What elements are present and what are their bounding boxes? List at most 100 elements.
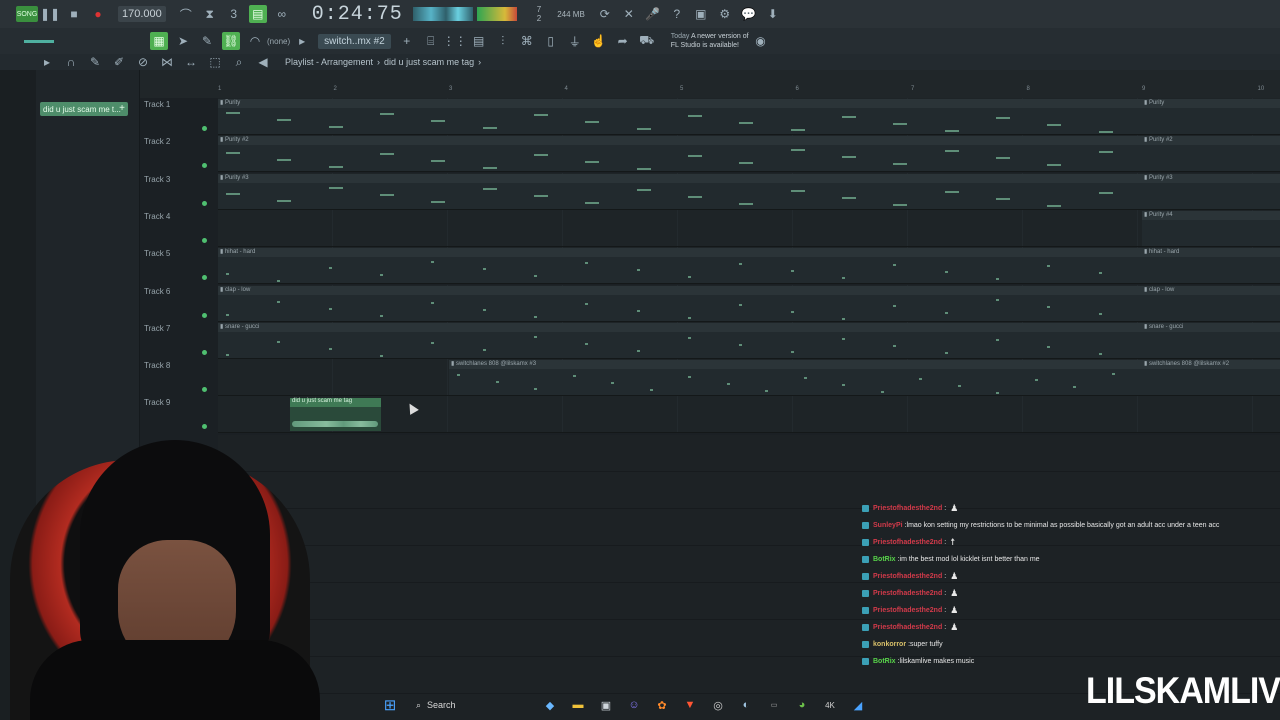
arrow-right-icon[interactable]: ▸ [293, 32, 311, 50]
time-display[interactable]: 0:24:75 [312, 3, 403, 26]
news-panel[interactable]: Today A newer version of FL Studio is ava… [671, 32, 749, 50]
track-lane[interactable]: ▮ Purity ▮ Purity [218, 98, 1280, 135]
pattern-clip[interactable]: ▮ Purity [1142, 99, 1280, 134]
track-mute-toggle[interactable] [202, 200, 207, 206]
pencil-icon[interactable]: ✎ [86, 53, 104, 71]
pattern-clip[interactable]: ▮ Purity #2 [1142, 136, 1280, 172]
slip-icon[interactable]: ↔ [182, 53, 200, 71]
reload-icon[interactable]: ⟳ [596, 5, 614, 23]
track-lane[interactable]: ▮ clap - low ▮ clap - low [218, 284, 1280, 322]
playlist-lanes[interactable]: ▮ Purity ▮ Purity ▮ Purity #2 ▮ Purity #2 ▮ … [218, 98, 1280, 435]
playlist-icon[interactable]: ▦ [150, 32, 168, 50]
add-icon[interactable]: + [398, 32, 416, 50]
track-mute-toggle[interactable] [202, 424, 207, 430]
pattern-clip[interactable]: ▮ hihat - hard [218, 248, 1142, 284]
globe-icon[interactable]: ◉ [752, 32, 770, 50]
mixer-channel-select[interactable]: switch..mx #2 [318, 33, 391, 49]
track-name[interactable]: Track 9 [144, 398, 170, 407]
track-mute-toggle[interactable] [202, 126, 207, 131]
track-name[interactable]: Track 6 [144, 287, 170, 296]
pattern-clip[interactable]: ▮ Purity [218, 99, 1142, 134]
help-icon[interactable]: ? [668, 5, 686, 23]
select-icon[interactable]: ⬚ [206, 53, 224, 71]
track-lane[interactable]: ▮ switchlanes 808 @lilskamx #3 ▮ switchla… [218, 359, 1280, 397]
audio-icon[interactable]: ◠ [246, 32, 264, 50]
track-mute-toggle[interactable] [202, 312, 207, 318]
save-icon[interactable]: ▣ [692, 5, 710, 23]
channel-rack-icon[interactable]: ⋮⋮ [443, 32, 467, 50]
track-lane[interactable]: ▮ hihat - hard ▮ hihat - hard [218, 247, 1280, 285]
arrow-icon[interactable]: ➤ [174, 32, 192, 50]
tempo-display[interactable]: 170.000 [118, 6, 166, 22]
taskbar-search[interactable]: ⌕ Search [410, 694, 530, 716]
loop-record-icon[interactable]: ▤ [248, 5, 267, 23]
mic-icon[interactable]: 🎤 [644, 5, 662, 23]
discord-icon[interactable]: ☺ [625, 696, 643, 714]
mixer-icon[interactable]: ⫶ [494, 32, 512, 50]
draw-icon[interactable]: ✎ [198, 32, 216, 50]
track-lane[interactable]: ▮ snare - gucci ▮ snare - gucci [218, 321, 1280, 359]
wait-icon[interactable]: ⧗ [201, 5, 219, 23]
pattern-clip[interactable]: ▮ Purity #2 [218, 136, 1142, 172]
track-mute-toggle[interactable] [202, 349, 207, 355]
timeline-ruler[interactable]: 1 2 3 4 5 6 7 8 9 10 [218, 86, 1280, 96]
pattern-clip[interactable]: ▮ snare - gucci [1142, 322, 1280, 358]
breadcrumb[interactable]: did u just scam me tag [384, 57, 474, 67]
delete-icon[interactable]: ⊘ [134, 53, 152, 71]
store-icon[interactable]: ▣ [597, 696, 615, 714]
plugin-icon[interactable]: ⚙ [716, 5, 734, 23]
track-mute-toggle[interactable] [202, 163, 207, 169]
app2-icon[interactable]: ◢ [849, 696, 867, 714]
record-icon[interactable]: ● [89, 5, 107, 23]
chrome-icon[interactable]: ◎ [709, 696, 727, 714]
speaker-icon[interactable]: ◀ [254, 53, 272, 71]
windows-start-icon[interactable]: ⊞ [381, 696, 399, 714]
pattern-clip[interactable]: ▮ snare - gucci [218, 322, 1142, 358]
4k-icon[interactable]: 4K [821, 696, 839, 714]
track-name[interactable]: Track 5 [144, 249, 170, 258]
download-icon[interactable]: ⬇ [764, 5, 782, 23]
send-icon[interactable]: ➦ [614, 32, 632, 50]
magnet-icon[interactable]: ∩ [62, 53, 80, 71]
menu-arrow-icon[interactable]: ▸ [38, 53, 56, 71]
mute-icon[interactable]: ⋈ [158, 53, 176, 71]
copilot-icon[interactable]: ◆ [541, 696, 559, 714]
chat-icon[interactable]: 💬 [740, 5, 758, 23]
track-name[interactable]: Track 1 [144, 100, 170, 109]
countdown-icon[interactable]: 3 [225, 5, 243, 23]
track-name[interactable]: Track 4 [144, 212, 170, 221]
touch-icon[interactable]: ☝ [590, 32, 608, 50]
pattern-clip[interactable]: ▮ Purity #3 [1142, 173, 1280, 209]
track-lane[interactable]: did u just scam me tag [218, 396, 1280, 434]
track-name[interactable]: Track 2 [144, 137, 170, 146]
pattern-clip[interactable]: ▮ switchlanes 808 @lilskamx #3 [449, 360, 1142, 396]
song-mode-toggle[interactable]: SONG [16, 6, 38, 22]
track-name[interactable]: Track 8 [144, 361, 170, 370]
stop-icon[interactable]: ■ [65, 5, 83, 23]
brush-icon[interactable]: ✐ [110, 53, 128, 71]
master-volume-slider[interactable] [24, 39, 54, 43]
clipboard-icon[interactable]: ▯ [542, 32, 560, 50]
track-lane[interactable]: ▮ Purity #2 ▮ Purity #2 [218, 135, 1280, 173]
zoom-icon[interactable]: ⌕ [230, 53, 248, 71]
browser-icon[interactable]: ⌘ [518, 32, 536, 50]
track-name[interactable]: Track 7 [144, 324, 170, 333]
steam-icon[interactable]: ◐ [737, 696, 755, 714]
snap-icon[interactable]: ⛓ [222, 32, 240, 50]
panic-icon[interactable]: ✕ [620, 5, 638, 23]
cart-icon[interactable]: ⛟ [638, 32, 656, 50]
fl-studio-icon[interactable]: ✿ [653, 696, 671, 714]
app-icon[interactable]: ▭ [765, 696, 783, 714]
brave-icon[interactable]: ▼ [681, 696, 699, 714]
track-name[interactable]: Track 3 [144, 175, 170, 184]
pattern-clip[interactable]: ▮ Purity #4 [1142, 210, 1280, 246]
pause-icon[interactable]: ❚❚ [40, 5, 60, 23]
piano-roll-icon[interactable]: ▤ [470, 32, 488, 50]
file-explorer-icon[interactable]: ▬ [569, 696, 587, 714]
metronome-icon[interactable]: ⌒ [177, 5, 195, 23]
track-mute-toggle[interactable] [202, 275, 207, 281]
track-mute-toggle[interactable] [202, 387, 207, 393]
blend-icon[interactable]: ∞ [273, 5, 291, 23]
track-lane[interactable]: ▮ Purity #4 [218, 209, 1280, 247]
chart-icon[interactable]: ◕ [793, 696, 811, 714]
